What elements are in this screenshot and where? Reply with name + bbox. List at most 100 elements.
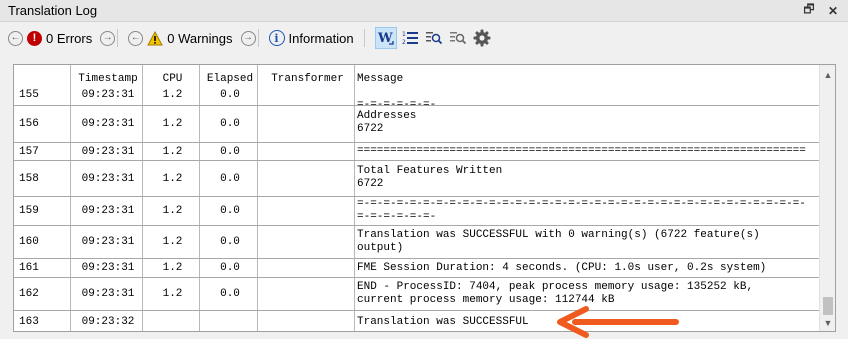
- elapsed-cell: 0.0: [200, 278, 258, 310]
- scrollbar-thumb[interactable]: [823, 297, 833, 315]
- elapsed-header: Elapsed: [200, 65, 258, 89]
- log-table-header: Timestamp CPU Elapsed Transformer Messag…: [14, 65, 820, 89]
- elapsed-cell: 0.0: [200, 161, 258, 196]
- cpu-cell: 1.2: [143, 89, 200, 105]
- word-wrap-icon[interactable]: W: [374, 27, 397, 49]
- find-icon[interactable]: [423, 27, 445, 49]
- row-number: 157: [14, 143, 71, 160]
- translation-log-view[interactable]: Timestamp CPU Elapsed Transformer Messag…: [13, 64, 836, 332]
- transformer-cell: [258, 161, 355, 196]
- row-number: 163: [14, 311, 71, 331]
- timestamp-cell: 09:23:31: [71, 197, 143, 225]
- transformer-cell: [258, 106, 355, 142]
- warnings-filter-button[interactable]: 0 Warnings: [167, 31, 232, 46]
- timestamp-cell: 09:23:32: [71, 311, 143, 331]
- elapsed-cell: 0.0: [200, 259, 258, 277]
- cpu-cell: 1.2: [143, 226, 200, 258]
- error-icon: !: [27, 30, 42, 46]
- transformer-cell: [258, 89, 355, 105]
- restore-icon[interactable]: 🗗: [800, 2, 818, 20]
- next-warning-icon[interactable]: →: [240, 30, 256, 46]
- table-row[interactable]: 157 09:23:31 1.2 0.0 ===================…: [14, 143, 820, 161]
- window-title: Translation Log: [8, 3, 98, 18]
- transformer-cell: [258, 197, 355, 225]
- log-toolbar: ← ! 0 Errors → ← 0 Warnings → i Informat…: [0, 23, 848, 53]
- elapsed-cell: 0.0: [200, 197, 258, 225]
- information-icon: i: [268, 30, 285, 46]
- elapsed-cell: 0.0: [200, 143, 258, 160]
- elapsed-cell: 0.0: [200, 106, 258, 142]
- timestamp-cell: 09:23:31: [71, 226, 143, 258]
- table-row[interactable]: 156 09:23:31 1.2 0.0 Addresses 6722: [14, 106, 820, 143]
- elapsed-cell: 0.0: [200, 89, 258, 105]
- scroll-up-icon[interactable]: ▲: [820, 67, 835, 83]
- scroll-down-icon[interactable]: ▼: [820, 315, 835, 331]
- message-cell: Addresses 6722: [357, 110, 417, 135]
- cpu-cell: 1.2: [143, 278, 200, 310]
- message-cell: Translation was SUCCESSFUL: [357, 316, 529, 328]
- cpu-cell: [143, 311, 200, 331]
- table-row[interactable]: 158 09:23:31 1.2 0.0 Total Features Writ…: [14, 161, 820, 197]
- table-row[interactable]: 160 09:23:31 1.2 0.0 Translation was SUC…: [14, 226, 820, 259]
- svg-text:1: 1: [402, 31, 406, 38]
- errors-group: ← ! 0 Errors: [8, 30, 92, 46]
- table-row[interactable]: 161 09:23:31 1.2 0.0 FME Session Duratio…: [14, 259, 820, 278]
- timestamp-cell: 09:23:31: [71, 161, 143, 196]
- close-icon[interactable]: ✕: [824, 2, 842, 20]
- warning-icon: [147, 30, 164, 45]
- table-row[interactable]: 162 09:23:31 1.2 0.0 END - ProcessID: 74…: [14, 278, 820, 311]
- row-number: 159: [14, 197, 71, 225]
- timestamp-cell: 09:23:31: [71, 89, 143, 105]
- transformer-cell: [258, 226, 355, 258]
- message-cell: Translation was SUCCESSFUL with 0 warnin…: [357, 229, 760, 254]
- timestamp-cell: 09:23:31: [71, 106, 143, 142]
- message-cell: END - ProcessID: 7404, peak process memo…: [357, 281, 754, 306]
- table-row[interactable]: 155 09:23:31 1.2 0.0 =-=-=-=-=-=-: [14, 89, 820, 106]
- numbered-list-icon[interactable]: 1 2: [399, 27, 421, 49]
- toolbar-separator: [257, 29, 259, 47]
- transformer-cell: [258, 311, 355, 331]
- row-number: 155: [14, 89, 71, 105]
- message-cell: ========================================…: [357, 145, 806, 157]
- timestamp-cell: 09:23:31: [71, 143, 143, 160]
- timestamp-header: Timestamp: [71, 65, 143, 89]
- cpu-header: CPU: [143, 65, 200, 89]
- previous-error-icon[interactable]: ←: [8, 30, 23, 46]
- row-number: 162: [14, 278, 71, 310]
- toolbar-separator: [117, 29, 119, 47]
- settings-gear-icon[interactable]: [471, 27, 493, 49]
- information-filter-button[interactable]: Information: [289, 31, 354, 46]
- cpu-cell: 1.2: [143, 161, 200, 196]
- information-group: i Information: [268, 30, 354, 46]
- toolbar-separator: [363, 29, 365, 47]
- transformer-cell: [258, 259, 355, 277]
- timestamp-cell: 09:23:31: [71, 278, 143, 310]
- errors-filter-button[interactable]: 0 Errors: [46, 31, 92, 46]
- message-cell: =-=-=-=-=-=-: [357, 99, 437, 106]
- cpu-cell: 1.2: [143, 259, 200, 277]
- message-cell: Total Features Written 6722: [357, 165, 503, 190]
- row-number: 156: [14, 106, 71, 142]
- vertical-scrollbar[interactable]: ▲ ▼: [819, 65, 835, 331]
- transformer-cell: [258, 143, 355, 160]
- transformer-header: Transformer: [258, 65, 355, 89]
- elapsed-cell: [200, 311, 258, 331]
- next-error-icon[interactable]: →: [100, 30, 116, 46]
- window-titlebar: Translation Log 🗗 ✕: [0, 0, 848, 22]
- find-next-icon[interactable]: [447, 27, 469, 49]
- cpu-cell: 1.2: [143, 197, 200, 225]
- message-cell: =-=-=-=-=-=-=-=-=-=-=-=-=-=-=-=-=-=-=-=-…: [357, 198, 806, 223]
- message-header: Message: [357, 73, 404, 85]
- cpu-cell: 1.2: [143, 106, 200, 142]
- svg-text:2: 2: [402, 39, 406, 46]
- table-row[interactable]: 163 09:23:32 Translation was SUCCESSFUL: [14, 311, 820, 331]
- row-number: 161: [14, 259, 71, 277]
- warnings-group: ← 0 Warnings: [128, 30, 233, 46]
- row-number: 160: [14, 226, 71, 258]
- table-row[interactable]: 159 09:23:31 1.2 0.0 =-=-=-=-=-=-=-=-=-=…: [14, 197, 820, 226]
- row-number-header: [14, 65, 71, 89]
- transformer-cell: [258, 278, 355, 310]
- previous-warning-icon[interactable]: ←: [128, 30, 144, 46]
- row-number: 158: [14, 161, 71, 196]
- message-cell: FME Session Duration: 4 seconds. (CPU: 1…: [357, 262, 767, 274]
